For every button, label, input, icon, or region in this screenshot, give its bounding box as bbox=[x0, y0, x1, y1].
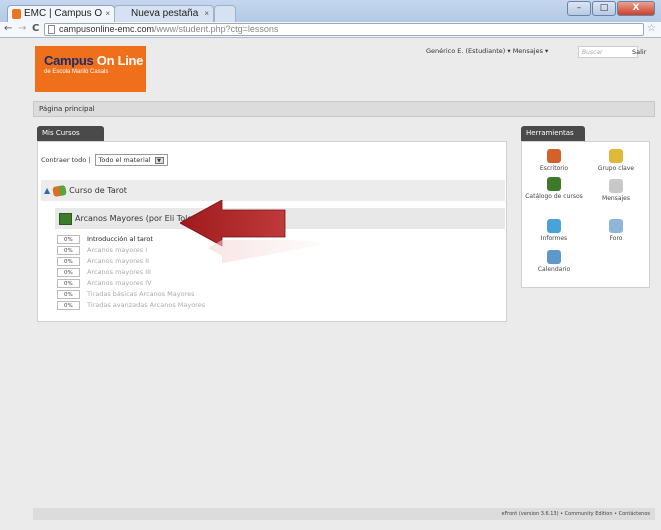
catalog-icon bbox=[547, 177, 561, 191]
new-tab-button[interactable] bbox=[214, 5, 236, 22]
unit-item[interactable]: 0% Arcanos mayores III bbox=[57, 268, 151, 277]
tools-tab: Herramientas bbox=[521, 126, 585, 141]
progress-box: 0% bbox=[57, 268, 80, 277]
unit-label: Arcanos mayores III bbox=[87, 268, 151, 276]
unit-item[interactable]: 0% Tiradas avanzadas Arcanos Mayores bbox=[57, 301, 205, 310]
unit-label: Introducción al tarot bbox=[87, 235, 153, 243]
close-window-button[interactable]: X bbox=[617, 1, 655, 16]
campus-logo[interactable]: Campus On Line de Escola Marilò Casals bbox=[35, 46, 146, 92]
maximize-button[interactable]: □ bbox=[592, 1, 616, 16]
tool-label: Grupo clave bbox=[597, 165, 635, 172]
key-icon bbox=[609, 149, 623, 163]
tool-forum[interactable]: Foro bbox=[586, 219, 646, 242]
tab-close-icon[interactable]: × bbox=[105, 9, 110, 18]
chart-icon bbox=[547, 219, 561, 233]
reload-icon[interactable]: C bbox=[32, 23, 39, 34]
tab-label: EMC | Campus O bbox=[24, 8, 103, 19]
tool-label: Mensajes bbox=[602, 195, 630, 202]
page-icon bbox=[48, 25, 55, 34]
minimize-button[interactable]: – bbox=[567, 1, 591, 16]
tool-label: Informes bbox=[540, 235, 568, 242]
tool-label: Foro bbox=[609, 235, 623, 242]
tool-key[interactable]: Grupo clave bbox=[586, 149, 646, 172]
window-controls: – □ X bbox=[567, 1, 655, 16]
breadcrumb[interactable]: Página principal bbox=[33, 101, 655, 117]
tool-label: Catálogo de cursos bbox=[525, 193, 583, 200]
tool-chart[interactable]: Informes bbox=[524, 219, 584, 242]
calendar-icon bbox=[547, 250, 561, 264]
logo-subtitle: de Escola Marilò Casals bbox=[44, 69, 109, 75]
footer: eFront (version 3.6.13) • Community Edit… bbox=[33, 508, 655, 520]
unit-label: Tiradas básicas Arcanos Mayores bbox=[87, 290, 195, 298]
tool-label: Escritorio bbox=[539, 165, 569, 172]
bookmark-star-icon[interactable]: ☆ bbox=[647, 23, 656, 34]
collapse-arrow-icon[interactable]: ▲ bbox=[44, 180, 50, 201]
logout-link[interactable]: Salir bbox=[632, 48, 646, 56]
browser-toolbar: ← → C campusonline-emc.com/www/student.p… bbox=[0, 22, 661, 38]
user-menu[interactable]: Genérico E. (Estudiante) ▾ Mensajes ▾ bbox=[426, 47, 548, 55]
progress-box: 0% bbox=[57, 235, 80, 244]
forum-icon bbox=[609, 219, 623, 233]
unit-label: Tiradas avanzadas Arcanos Mayores bbox=[87, 301, 206, 309]
user-icon bbox=[547, 149, 561, 163]
envelope-icon bbox=[609, 179, 623, 193]
url-path: /www/student.php?ctg=lessons bbox=[154, 24, 279, 34]
lesson-icon bbox=[59, 212, 72, 225]
url-host: campusonline-emc.com bbox=[59, 24, 155, 34]
page: Campus On Line de Escola Marilò Casals G… bbox=[30, 38, 656, 530]
progress-box: 0% bbox=[57, 246, 80, 255]
tab-new[interactable]: Nueva pestaña × bbox=[114, 5, 214, 22]
site-favicon-icon bbox=[12, 9, 21, 19]
unit-label: Arcanos mayores I bbox=[87, 246, 148, 254]
search-input[interactable]: Buscar bbox=[578, 46, 638, 58]
logo-title-online: On Line bbox=[93, 53, 144, 68]
lesson-title: Arcanos Mayores (por Eli Tolo) bbox=[75, 214, 196, 223]
tool-user[interactable]: Escritorio bbox=[524, 149, 584, 172]
progress-box: 0% bbox=[57, 257, 80, 266]
tools-panel: Escritorio Grupo clave Catálogo de cursos M… bbox=[521, 141, 650, 288]
tool-calendar[interactable]: Calendario bbox=[524, 250, 584, 273]
unit-item[interactable]: 0% Introducción al tarot bbox=[57, 235, 153, 244]
unit-item[interactable]: 0% Arcanos mayores I bbox=[57, 246, 147, 255]
tab-close-icon[interactable]: × bbox=[204, 9, 209, 18]
address-bar[interactable]: campusonline-emc.com/www/student.php?ctg… bbox=[44, 23, 644, 36]
unit-item[interactable]: 0% Arcanos mayores II bbox=[57, 257, 149, 266]
tab-label: Nueva pestaña bbox=[131, 8, 199, 19]
unit-label: Arcanos mayores II bbox=[87, 257, 150, 265]
collapse-all-link[interactable]: Contraer todo | bbox=[41, 156, 90, 164]
my-courses-tab: Mis Cursos bbox=[37, 126, 104, 141]
filter-value: Todo el material bbox=[98, 156, 151, 164]
filter-line: Contraer todo | Todo el material ▼ bbox=[41, 154, 168, 166]
back-arrow-icon[interactable]: ← bbox=[4, 23, 12, 34]
course-row[interactable]: ▲ Curso de Tarot bbox=[41, 180, 505, 201]
unit-label: Arcanos mayores IV bbox=[87, 279, 152, 287]
tool-label: Calendario bbox=[537, 266, 571, 273]
material-filter-select[interactable]: Todo el material ▼ bbox=[94, 154, 168, 166]
annotation-arrow-icon bbox=[180, 200, 320, 263]
logo-title-campus: Campus bbox=[44, 53, 94, 68]
tab-emc-campus[interactable]: EMC | Campus O × bbox=[7, 5, 115, 22]
logo-title: Campus On Line bbox=[44, 53, 146, 68]
tool-catalog[interactable]: Catálogo de cursos bbox=[524, 177, 584, 200]
tool-envelope[interactable]: Mensajes bbox=[586, 179, 646, 202]
unit-item[interactable]: 0% Arcanos mayores IV bbox=[57, 279, 152, 288]
progress-box: 0% bbox=[57, 279, 80, 288]
progress-box: 0% bbox=[57, 301, 80, 310]
chevron-down-icon: ▼ bbox=[154, 156, 164, 164]
progress-box: 0% bbox=[57, 290, 80, 299]
forward-arrow-icon[interactable]: → bbox=[18, 23, 26, 34]
browser-titlebar: EMC | Campus O × Nueva pestaña × – □ X bbox=[0, 0, 661, 22]
course-title: Curso de Tarot bbox=[69, 186, 127, 195]
unit-item[interactable]: 0% Tiradas básicas Arcanos Mayores bbox=[57, 290, 195, 299]
tarot-course-icon bbox=[52, 184, 67, 197]
